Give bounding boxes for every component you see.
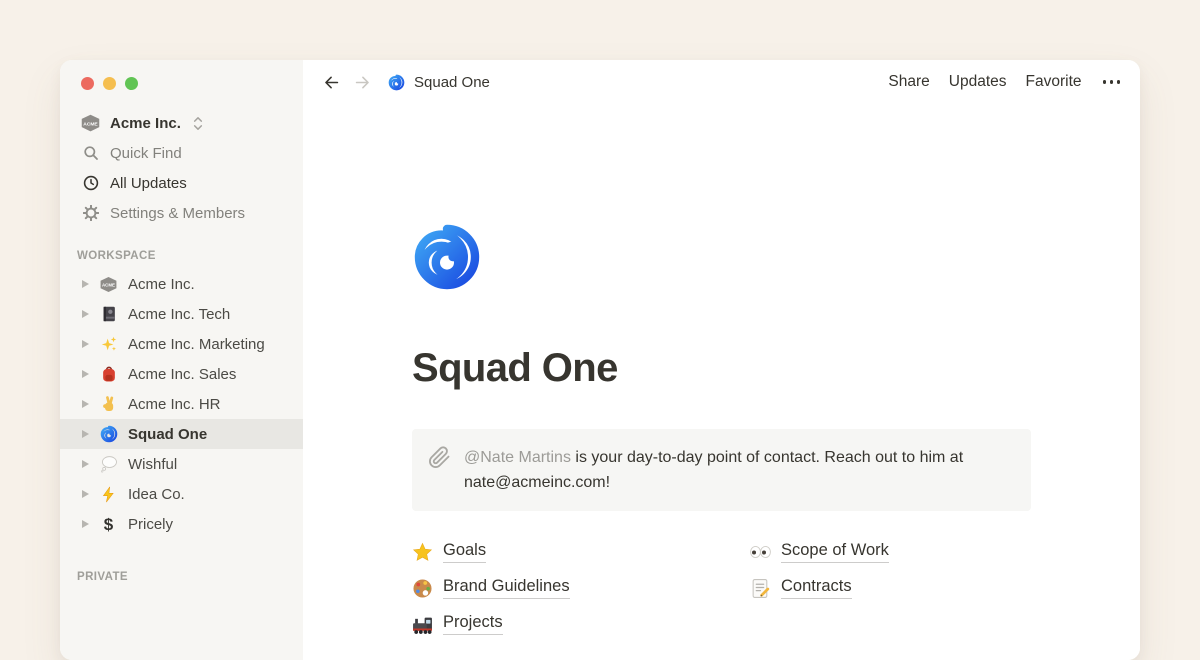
cyclone-icon [388,74,405,91]
acme-badge-icon [99,276,118,293]
page-title: Squad One [412,346,1031,391]
page-link-label: Scope of Work [781,541,889,563]
clock-icon [83,175,99,191]
star-icon [412,542,433,563]
sidebar-item-squad-one[interactable]: Squad One [60,419,303,449]
topbar: Squad One Share Updates Favorite [303,60,1140,104]
workspace-switcher-label: Acme Inc. [110,115,181,132]
back-arrow-icon[interactable] [322,73,341,92]
high-voltage-icon [100,486,117,503]
sidebar-item-label: Acme Inc. [128,276,195,293]
close-window-button[interactable] [81,77,94,90]
sidebar-item-quick-find[interactable]: Quick Find [60,138,303,168]
sidebar-item-label: Idea Co. [128,486,185,503]
page-link-label: Goals [443,541,486,563]
zoom-window-button[interactable] [125,77,138,90]
forward-arrow-icon[interactable] [353,73,372,92]
app-window: Acme Inc. Quick Find All Updates [60,60,1140,660]
chevrons-updown-icon [192,115,204,132]
sidebar-item-acme-inc[interactable]: Acme Inc. [60,269,303,299]
sidebar: Acme Inc. Quick Find All Updates [60,60,303,660]
sidebar-item-label: All Updates [110,175,187,192]
sparkles-icon [100,335,118,353]
sidebar-item-label: Squad One [128,426,207,443]
page-link-goals[interactable]: Goals [412,541,486,563]
page-icon-cyclone[interactable] [412,222,482,292]
expand-toggle-icon[interactable] [82,400,89,408]
sidebar-item-acme-hr[interactable]: Acme Inc. HR [60,389,303,419]
callout-block[interactable]: @Nate Martins is your day-to-day point o… [412,429,1031,511]
share-button[interactable]: Share [888,73,929,91]
page-links: Goals Scope of Work [412,534,1031,642]
eyes-icon [750,545,771,559]
thought-balloon-icon [100,455,118,473]
sidebar-item-label: Quick Find [110,145,182,162]
palette-icon [412,578,433,599]
page-link-label: Projects [443,613,503,635]
sidebar-item-all-updates[interactable]: All Updates [60,168,303,198]
updates-button[interactable]: Updates [949,73,1007,91]
sidebar-item-idea-co[interactable]: Idea Co. [60,479,303,509]
paperclip-icon [428,446,451,469]
search-icon [83,145,99,161]
sidebar-section-private: PRIVATE [60,571,303,583]
gear-icon [83,205,99,221]
sidebar-item-acme-sales[interactable]: Acme Inc. Sales [60,359,303,389]
sidebar-item-acme-tech[interactable]: Acme Inc. Tech [60,299,303,329]
sidebar-item-label: Settings & Members [110,205,245,222]
sidebar-item-pricely[interactable]: $ Pricely [60,509,303,539]
expand-toggle-icon[interactable] [82,490,89,498]
sidebar-item-label: Acme Inc. Tech [128,306,230,323]
minimize-window-button[interactable] [103,77,116,90]
favorite-button[interactable]: Favorite [1026,73,1082,91]
notebook-icon [100,305,118,323]
page-link-label: Contracts [781,577,852,599]
sidebar-item-acme-marketing[interactable]: Acme Inc. Marketing [60,329,303,359]
window-controls [60,72,303,108]
expand-toggle-icon[interactable] [82,280,89,288]
victory-hand-icon [100,395,118,413]
workspace-switcher[interactable]: Acme Inc. [60,108,303,138]
page-body: Squad One @Nate Martins is your day-to-d… [303,104,1140,660]
breadcrumb[interactable]: Squad One [388,74,490,91]
expand-toggle-icon[interactable] [82,460,89,468]
dollar-icon: $ [104,516,113,533]
expand-toggle-icon[interactable] [82,340,89,348]
expand-toggle-icon[interactable] [82,310,89,318]
acme-badge-icon [80,114,101,132]
sidebar-item-label: Acme Inc. Marketing [128,336,265,353]
cyclone-icon [100,425,118,443]
sidebar-item-label: Pricely [128,516,173,533]
locomotive-icon [412,614,433,635]
backpack-icon [100,365,118,383]
sidebar-item-label: Acme Inc. Sales [128,366,236,383]
expand-toggle-icon[interactable] [82,430,89,438]
sidebar-item-wishful[interactable]: Wishful [60,449,303,479]
page-link-contracts[interactable]: Contracts [750,577,852,599]
main-content: Squad One Share Updates Favorite Squad O… [303,60,1140,660]
page-link-label: Brand Guidelines [443,577,570,599]
callout-text: @Nate Martins is your day-to-day point o… [464,445,976,495]
expand-toggle-icon[interactable] [82,370,89,378]
sidebar-item-label: Acme Inc. HR [128,396,221,413]
person-mention[interactable]: @Nate Martins [464,449,571,466]
sidebar-item-label: Wishful [128,456,177,473]
sidebar-section-workspace: WORKSPACE [60,250,303,262]
more-menu-icon[interactable] [1101,76,1123,88]
sidebar-item-settings-members[interactable]: Settings & Members [60,198,303,228]
page-link-projects[interactable]: Projects [412,613,503,635]
memo-icon [750,578,771,599]
page-link-scope-of-work[interactable]: Scope of Work [750,541,889,563]
breadcrumb-title: Squad One [414,74,490,91]
expand-toggle-icon[interactable] [82,520,89,528]
page-link-brand-guidelines[interactable]: Brand Guidelines [412,577,570,599]
